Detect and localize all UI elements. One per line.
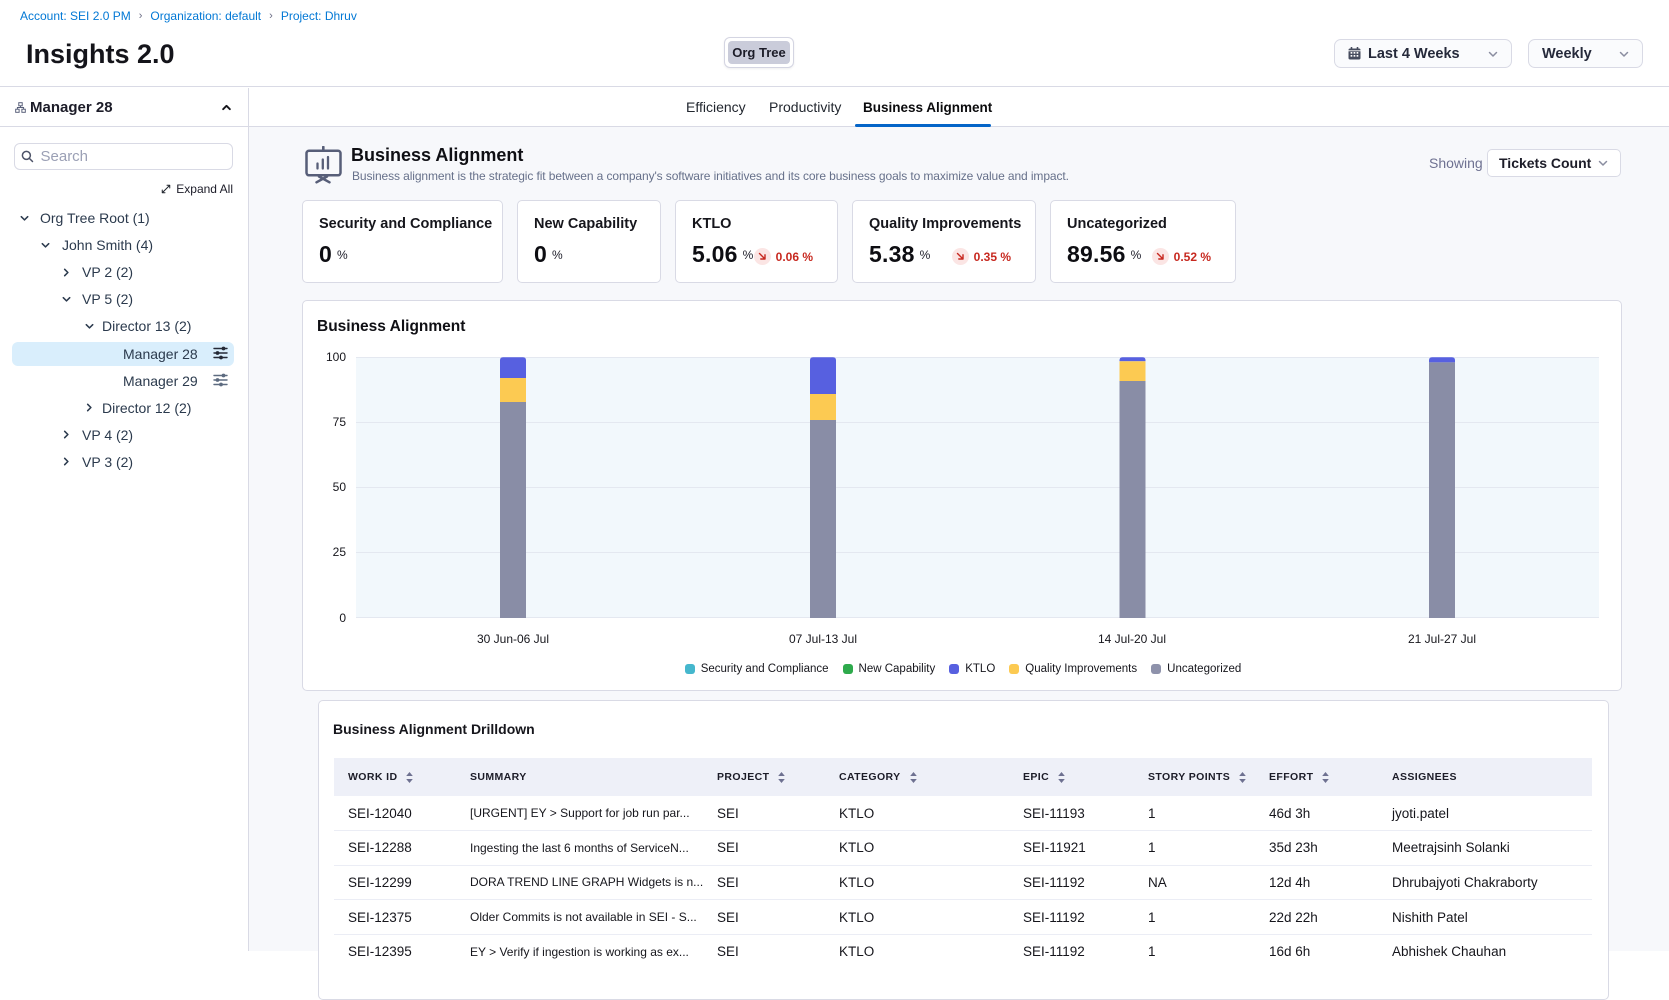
svg-text:75: 75 — [333, 415, 347, 429]
svg-text:100: 100 — [326, 350, 346, 364]
svg-text:21 Jul-27 Jul: 21 Jul-27 Jul — [1408, 632, 1476, 646]
svg-text:50: 50 — [333, 480, 347, 494]
svg-text:25: 25 — [333, 545, 347, 559]
svg-text:07 Jul-13 Jul: 07 Jul-13 Jul — [789, 632, 857, 646]
svg-text:14 Jul-20 Jul: 14 Jul-20 Jul — [1098, 632, 1166, 646]
svg-text:30 Jun-06 Jul: 30 Jun-06 Jul — [477, 632, 549, 646]
svg-text:0: 0 — [339, 611, 346, 625]
